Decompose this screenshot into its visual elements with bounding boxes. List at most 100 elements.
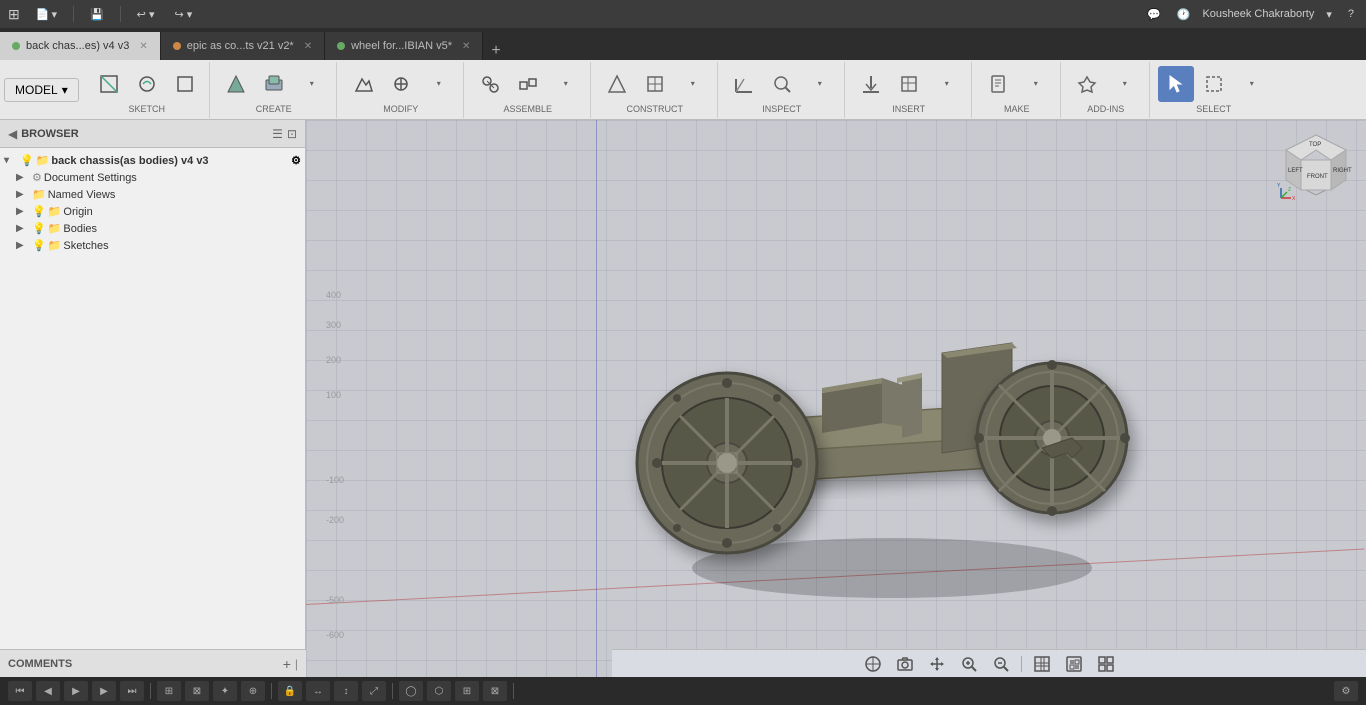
sketch-btn-3[interactable] [167, 66, 203, 102]
insert-btn-1[interactable] [853, 66, 889, 102]
tab-0[interactable]: back chas...es) v4 v3 ✕ [0, 32, 161, 60]
sidebar-panel: ◀ BROWSER ☰ ⊡ ▾ 💡 📁 back chassis(as bodi… [0, 120, 306, 705]
make-btn-1[interactable] [980, 66, 1016, 102]
tree-doc-settings[interactable]: ▶ ⚙ Document Settings [0, 169, 305, 186]
addins-more[interactable]: ▾ [1107, 66, 1143, 102]
status-play-btn[interactable]: ▶ [64, 681, 88, 701]
vb-zoom2-btn[interactable] [987, 653, 1015, 675]
browser-options[interactable]: ☰ [272, 127, 283, 141]
undo-button[interactable]: ↩ ▾ [133, 6, 159, 23]
app-grid-icon[interactable]: ⊞ [8, 6, 20, 23]
create-btn-1[interactable] [218, 66, 254, 102]
vb-pan-btn[interactable] [923, 653, 951, 675]
status-prev-btn[interactable]: ◀ [36, 681, 60, 701]
assemble-label: ASSEMBLE [503, 104, 552, 114]
assemble-btn-1[interactable] [472, 66, 508, 102]
status-next-btn[interactable]: ▶ [92, 681, 116, 701]
status-h-btn[interactable]: ↔ [306, 681, 330, 701]
grid-num-8: -600 [326, 630, 344, 640]
modify-more[interactable]: ▾ [421, 66, 457, 102]
redo-button[interactable]: ↪ ▾ [170, 6, 196, 23]
toolbar-modify-group: ▾ MODIFY [339, 62, 464, 118]
tab-2-close[interactable]: ✕ [462, 41, 470, 52]
status-lock-btn[interactable]: 🔒 [278, 681, 302, 701]
select-btn-2[interactable] [1196, 66, 1232, 102]
tree-sketches[interactable]: ▶ 💡 📁 Sketches [0, 237, 305, 254]
create-more[interactable]: ▾ [294, 66, 330, 102]
tab-0-close[interactable]: ✕ [139, 41, 147, 52]
modify-btn-1[interactable] [345, 66, 381, 102]
tab-1-dot [173, 42, 181, 50]
vb-display-btn[interactable] [1060, 653, 1088, 675]
sketch-label: SKETCH [128, 104, 165, 114]
tab-2[interactable]: wheel for...IBIAN v5* ✕ [325, 32, 483, 60]
status-resize-btn[interactable]: ⤢ [362, 681, 386, 701]
add-comment-button[interactable]: + [283, 656, 291, 672]
browser-collapse[interactable]: ◀ [8, 127, 17, 141]
sketch-btn-1[interactable] [91, 66, 127, 102]
select-more[interactable]: ▾ [1234, 66, 1270, 102]
y-axis-line [596, 120, 597, 705]
tree-named-views[interactable]: ▶ 📁 Named Views [0, 186, 305, 203]
status-square-btn[interactable]: ⊞ [455, 681, 479, 701]
create-btn-2[interactable] [256, 66, 292, 102]
left-axle-shaft [717, 453, 737, 473]
tab-1-close[interactable]: ✕ [304, 41, 312, 52]
status-settings-btn[interactable]: ⚙ [1334, 681, 1358, 701]
status-v-btn[interactable]: ↕ [334, 681, 358, 701]
insert-btn-2[interactable] [891, 66, 927, 102]
vb-home-btn[interactable] [859, 653, 887, 675]
vb-grid-btn[interactable] [1028, 653, 1056, 675]
status-add-btn[interactable]: ⊕ [241, 681, 265, 701]
user-name-label: Kousheek Chakraborty [1202, 8, 1314, 20]
comments-icon-top[interactable]: 💬 [1143, 6, 1165, 23]
inspect-btn-2[interactable] [764, 66, 800, 102]
doc-settings-label: Document Settings [44, 172, 301, 184]
vb-view-btn[interactable] [1092, 653, 1120, 675]
inspect-more[interactable]: ▾ [802, 66, 838, 102]
addins-btn-1[interactable] [1069, 66, 1105, 102]
bodies-vis-icon: 💡 [32, 222, 46, 235]
construct-btn-2[interactable] [637, 66, 673, 102]
status-first-btn[interactable]: ⏮ [8, 681, 32, 701]
sketch-btn-2[interactable] [129, 66, 165, 102]
file-menu-group: 📄▾ [32, 6, 61, 23]
svg-text:RIGHT: RIGHT [1333, 168, 1352, 174]
named-views-label: Named Views [48, 189, 301, 201]
inspect-btn-1[interactable] [726, 66, 762, 102]
select-btn-1[interactable] [1158, 66, 1194, 102]
vb-camera-btn[interactable] [891, 653, 919, 675]
assemble-more[interactable]: ▾ [548, 66, 584, 102]
browser-title: BROWSER [21, 128, 268, 140]
file-menu[interactable]: 📄▾ [32, 6, 61, 23]
help-icon[interactable]: ? [1344, 6, 1358, 22]
tab-1[interactable]: epic as co...ts v21 v2* ✕ [161, 32, 325, 60]
save-button[interactable]: 💾 [86, 6, 108, 23]
add-tab-button[interactable]: + [483, 42, 508, 60]
status-hex-btn[interactable]: ⬡ [427, 681, 451, 701]
user-dropdown[interactable]: ▾ [1322, 6, 1336, 23]
nav-cube[interactable]: TOP FRONT RIGHT LEFT Y X Z [1276, 130, 1356, 210]
status-star-btn[interactable]: ✦ [213, 681, 237, 701]
tree-root-item[interactable]: ▾ 💡 📁 back chassis(as bodies) v4 v3 ⚙ [0, 152, 305, 169]
tree-bodies[interactable]: ▶ 💡 📁 Bodies [0, 220, 305, 237]
browser-more[interactable]: ⊡ [287, 127, 297, 141]
clock-icon[interactable]: 🕐 [1173, 6, 1195, 23]
vb-zoom-btn[interactable] [955, 653, 983, 675]
construct-btn-1[interactable] [599, 66, 635, 102]
status-snap-btn[interactable]: ⊠ [185, 681, 209, 701]
assemble-btn-2[interactable] [510, 66, 546, 102]
viewport[interactable]: 400 300 200 100 -100 -200 -500 -600 [306, 120, 1366, 705]
tree-origin[interactable]: ▶ 💡 📁 Origin [0, 203, 305, 220]
modify-btn-2[interactable] [383, 66, 419, 102]
status-circle-btn[interactable]: ◯ [399, 681, 423, 701]
status-box-btn[interactable]: ⊠ [483, 681, 507, 701]
grid-num-5: -100 [326, 475, 344, 485]
bodies-label: Bodies [63, 223, 301, 235]
status-last-btn[interactable]: ⏭ [120, 681, 144, 701]
construct-more[interactable]: ▾ [675, 66, 711, 102]
insert-more[interactable]: ▾ [929, 66, 965, 102]
status-grid-btn[interactable]: ⊞ [157, 681, 181, 701]
model-dropdown[interactable]: MODEL ▾ [4, 78, 79, 102]
make-more[interactable]: ▾ [1018, 66, 1054, 102]
